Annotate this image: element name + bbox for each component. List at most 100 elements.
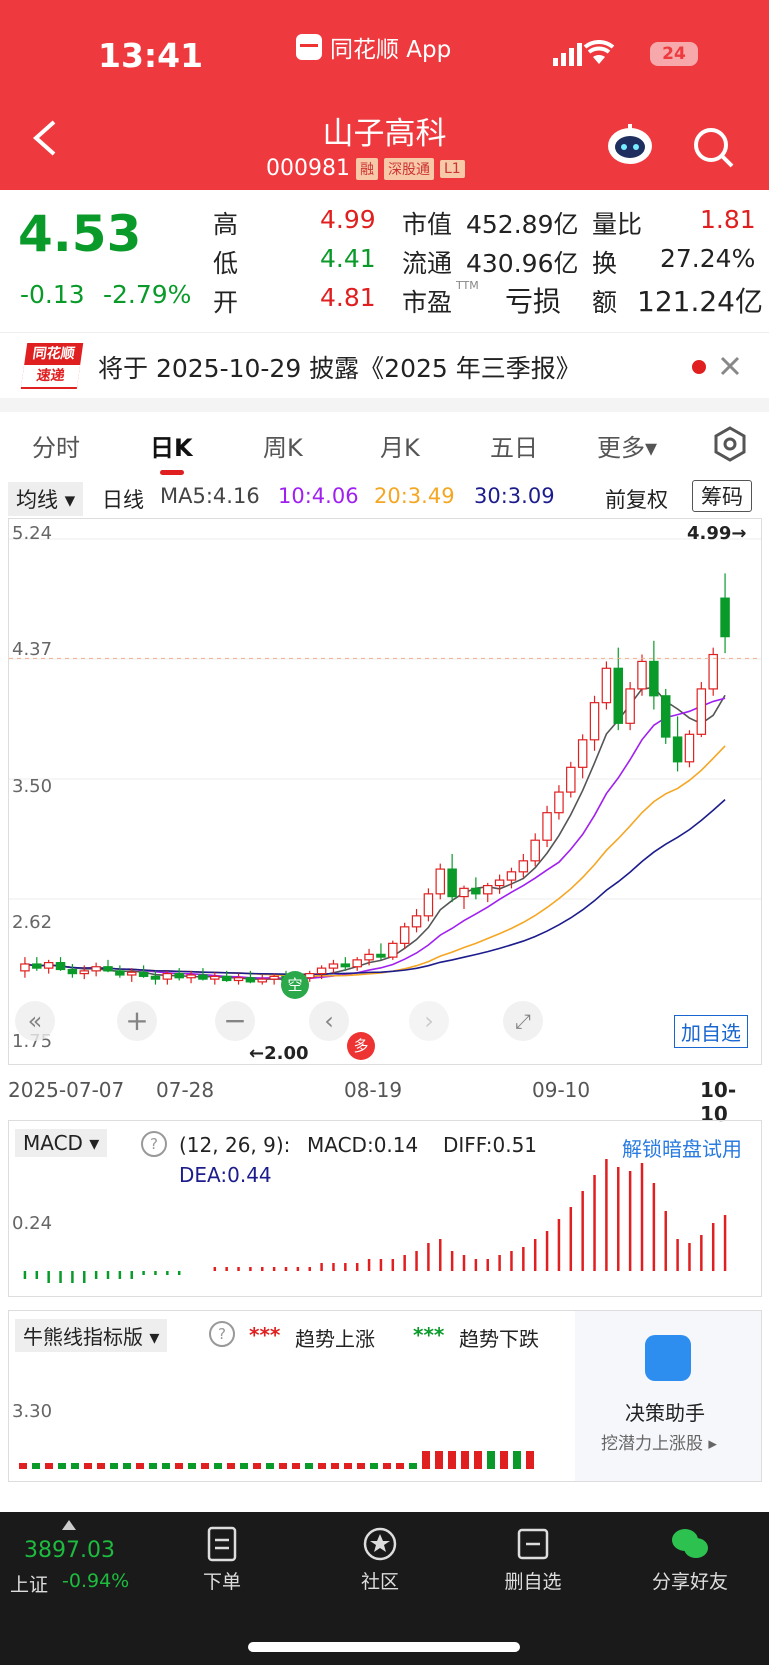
candle-body [577, 739, 588, 768]
dea-value: DEA:0.44 [179, 1163, 272, 1187]
bull-bar [97, 1463, 105, 1469]
candle-body [388, 942, 398, 958]
macd-select[interactable]: MACD ▾ [15, 1129, 108, 1157]
macd-panel: MACD ▾ ? (12, 26, 9): MACD:0.14 DIFF:0.5… [8, 1120, 762, 1297]
open-value: 4.81 [320, 283, 376, 312]
bull-bar [474, 1451, 482, 1469]
bull-bar [162, 1463, 170, 1469]
bull-bar [357, 1463, 365, 1469]
chips-button[interactable]: 筹码 [692, 480, 752, 512]
candle-body [684, 733, 695, 763]
zoom-out-icon[interactable]: − [215, 1001, 255, 1041]
macd-value: MACD:0.14 [307, 1133, 419, 1157]
tab-intraday[interactable]: 分时 [32, 428, 80, 463]
tab-daily-k[interactable]: 日K [150, 428, 193, 463]
bull-bar [448, 1451, 456, 1469]
separator [0, 398, 769, 412]
down-legend: 趋势下跌 [459, 1327, 539, 1351]
nav-remove-watch[interactable]: 删自选 [473, 1526, 593, 1594]
nav-order[interactable]: 下单 [162, 1526, 282, 1594]
community-icon [363, 1527, 397, 1561]
robot-assistant-icon[interactable] [606, 122, 654, 166]
status-app-label: 同花顺 App [296, 30, 451, 64]
candle-body [316, 967, 327, 975]
fullscreen-icon[interactable]: ⤢ [503, 1001, 543, 1041]
candle-body [186, 974, 196, 979]
ma30-value: 30:3.09 [474, 484, 555, 508]
candle-body [150, 975, 161, 980]
notice-bar[interactable]: 同花顺 速递 将于 2025-10-29 披露《2025 年三季报》 [0, 332, 769, 399]
bull-bar [318, 1463, 326, 1469]
candle-body [506, 871, 517, 881]
mcap-value: 452.89亿 [466, 210, 579, 239]
adjust-label[interactable]: 前复权 [605, 484, 668, 514]
bull-bar [71, 1463, 79, 1469]
next-icon[interactable]: › [409, 1001, 449, 1041]
candle-body [198, 974, 208, 980]
promo-title: 决策助手 [625, 1401, 705, 1425]
candle-body [542, 812, 552, 841]
ma5-line [24, 686, 726, 980]
app-header: 13:41 同花顺 App 24 山子高科 000981 融 深股通 L1 [0, 0, 769, 190]
search-icon[interactable] [692, 126, 736, 170]
tab-more[interactable]: 更多▾ [597, 428, 657, 463]
candle-body [649, 660, 659, 697]
bull-bar [461, 1451, 469, 1469]
tab-weekly-k[interactable]: 周K [263, 428, 303, 463]
unlock-link[interactable]: 解锁暗盘试用 [622, 1133, 742, 1162]
bull-bar [201, 1463, 209, 1469]
ma-mode-select[interactable]: 均线 ▾ [8, 482, 84, 516]
pan-left-icon[interactable]: « [15, 1001, 55, 1041]
nav-share[interactable]: 分享好友 [630, 1526, 750, 1594]
bull-bar [383, 1463, 391, 1469]
add-watchlist-button[interactable]: 加自选 [674, 1015, 748, 1048]
remove-watch-icon [517, 1528, 549, 1560]
ma20-line [24, 745, 726, 977]
nav-community[interactable]: 社区 [320, 1526, 440, 1594]
float-value: 430.96亿 [466, 249, 579, 278]
macd-params: (12, 26, 9): [179, 1133, 291, 1157]
express-logo: 同花顺 速递 [20, 343, 84, 389]
candle-body [696, 688, 707, 735]
candle-body [43, 962, 54, 969]
candle-body [447, 868, 457, 898]
help-icon[interactable]: ? [209, 1321, 235, 1347]
duo-signal: 多 [347, 1032, 375, 1060]
candle-body [55, 962, 66, 971]
bull-bar [149, 1463, 157, 1469]
help-icon[interactable]: ? [141, 1131, 167, 1157]
candle-body [637, 660, 647, 690]
y-label-2: 4.37 [12, 639, 53, 660]
nav-order-label: 下单 [202, 1571, 241, 1593]
nav-share-label: 分享好友 [651, 1571, 728, 1593]
settings-hexagon-icon[interactable] [712, 426, 748, 462]
tab-five-day[interactable]: 五日 [490, 428, 538, 463]
zoom-in-icon[interactable]: + [117, 1001, 157, 1041]
candle-body [221, 975, 232, 982]
prev-icon[interactable]: ‹ [309, 1001, 349, 1041]
kline-chart[interactable]: 5.24 4.37 3.50 2.62 1.75 4.99→ ←2.00 加自选… [8, 518, 762, 1065]
bull-bar [305, 1463, 313, 1469]
promo-sub: 挖潜力上涨股 ▸ [601, 1434, 717, 1454]
bull-bar [292, 1463, 300, 1469]
bull-bar [19, 1463, 27, 1469]
candle-body [660, 695, 671, 738]
close-icon[interactable] [719, 355, 741, 377]
app-logo-icon [296, 34, 322, 60]
candle-body [482, 884, 493, 895]
pe-ttm-sup: TTM [456, 279, 479, 292]
candle-body [20, 963, 30, 972]
bull-bar [84, 1463, 92, 1469]
decision-assistant-promo[interactable]: 决策助手 挖潜力上涨股 ▸ [575, 1311, 761, 1481]
bull-bar [253, 1463, 261, 1469]
ma10-value: 10:4.06 [278, 484, 359, 508]
date-axis: 2025-07-07 07-28 08-19 09-10 10-10 [8, 1076, 760, 1126]
high-marker: 4.99→ [687, 523, 747, 544]
tab-monthly-k[interactable]: 月K [380, 428, 420, 463]
pe-value: 亏损 [505, 285, 562, 318]
vr-value: 1.81 [700, 205, 756, 234]
bull-select[interactable]: 牛熊线指标版 ▾ [15, 1319, 168, 1352]
bull-bar [175, 1463, 183, 1469]
nav-remove-watch-label: 删自选 [504, 1571, 562, 1593]
date-label-1: 2025-07-07 [8, 1078, 125, 1102]
